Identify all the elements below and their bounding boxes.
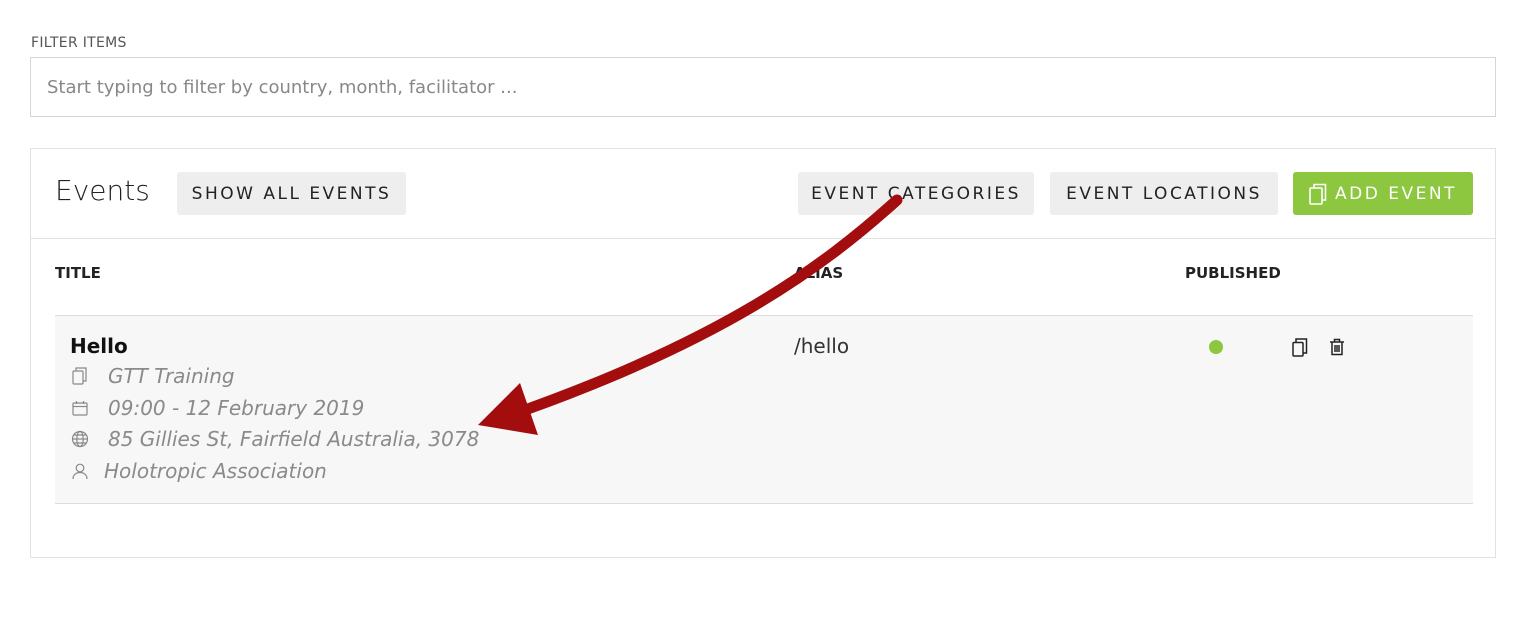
event-categories-label: EVENT CATEGORIES bbox=[811, 183, 1021, 204]
show-all-events-button[interactable]: SHOW ALL EVENTS bbox=[177, 172, 406, 215]
copy-icon bbox=[1309, 183, 1327, 205]
user-icon bbox=[70, 461, 90, 481]
table-row: Hello GTT Training 09:00 - 12 February 2… bbox=[55, 315, 1473, 504]
event-datetime: 09:00 - 12 February 2019 bbox=[70, 396, 364, 420]
trash-icon[interactable] bbox=[1327, 337, 1347, 357]
filter-label: FILTER ITEMS bbox=[31, 35, 127, 51]
event-locations-label: EVENT LOCATIONS bbox=[1066, 183, 1262, 204]
event-categories-button[interactable]: EVENT CATEGORIES bbox=[798, 172, 1034, 215]
copy-icon bbox=[70, 366, 90, 386]
filter-input[interactable] bbox=[30, 57, 1496, 117]
globe-icon bbox=[70, 429, 90, 449]
add-event-label: ADD EVENT bbox=[1335, 183, 1457, 204]
event-organizer-text: Holotropic Association bbox=[104, 459, 327, 483]
panel-title: Events bbox=[55, 174, 150, 207]
event-location: 85 Gillies St, Fairfield Australia, 3078 bbox=[70, 427, 479, 451]
column-header-published[interactable]: PUBLISHED bbox=[1185, 264, 1281, 282]
show-all-events-label: SHOW ALL EVENTS bbox=[191, 183, 392, 204]
published-status-dot[interactable] bbox=[1209, 340, 1223, 354]
event-title[interactable]: Hello bbox=[70, 334, 128, 358]
column-header-alias[interactable]: ALIAS bbox=[794, 264, 843, 282]
event-alias: /hello bbox=[794, 334, 850, 358]
event-location-text: 85 Gillies St, Fairfield Australia, 3078 bbox=[108, 427, 480, 451]
copy-icon[interactable] bbox=[1290, 337, 1310, 357]
event-locations-button[interactable]: EVENT LOCATIONS bbox=[1050, 172, 1278, 215]
add-event-button[interactable]: ADD EVENT bbox=[1293, 172, 1473, 215]
event-category: GTT Training bbox=[70, 364, 235, 388]
events-panel: Events SHOW ALL EVENTS EVENT CATEGORIES … bbox=[30, 148, 1496, 558]
event-category-text: GTT Training bbox=[108, 364, 235, 388]
event-datetime-text: 09:00 - 12 February 2019 bbox=[108, 396, 365, 420]
calendar-icon bbox=[70, 398, 90, 418]
column-header-title[interactable]: TITLE bbox=[55, 264, 101, 282]
event-organizer: Holotropic Association bbox=[70, 459, 327, 483]
panel-header: Events SHOW ALL EVENTS EVENT CATEGORIES … bbox=[31, 149, 1495, 239]
